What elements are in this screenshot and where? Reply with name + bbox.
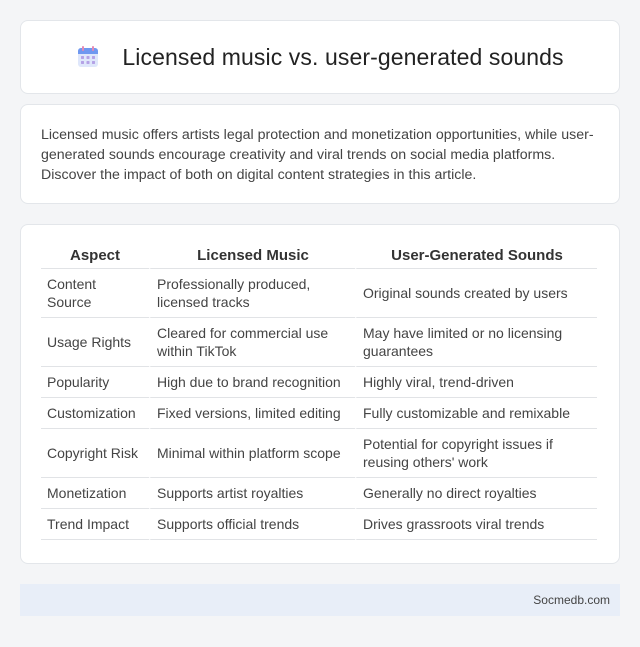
row-licensed-value: Professionally produced, licensed tracks [149, 269, 355, 318]
table-row: Trend Impact Supports official trends Dr… [41, 509, 597, 540]
footer-site-link[interactable]: Socmedb.com [533, 593, 610, 607]
intro-card: Licensed music offers artists legal prot… [20, 104, 620, 204]
table-header-row: Aspect Licensed Music User-Generated Sou… [41, 245, 597, 269]
column-header-licensed-music: Licensed Music [149, 245, 355, 269]
row-aspect: Content Source [41, 269, 149, 318]
table-row: Usage Rights Cleared for commercial use … [41, 318, 597, 367]
column-header-aspect: Aspect [41, 245, 149, 269]
row-user-generated-value: Highly viral, trend-driven [355, 367, 597, 398]
row-user-generated-value: Fully customizable and remixable [355, 398, 597, 429]
row-aspect: Copyright Risk [41, 429, 149, 478]
row-licensed-value: Cleared for commercial use within TikTok [149, 318, 355, 367]
row-user-generated-value: Original sounds created by users [355, 269, 597, 318]
column-header-user-generated-sounds: User-Generated Sounds [355, 245, 597, 269]
row-licensed-value: Minimal within platform scope [149, 429, 355, 478]
comparison-table: Aspect Licensed Music User-Generated Sou… [41, 245, 597, 540]
table-row: Content Source Professionally produced, … [41, 269, 597, 318]
row-aspect: Trend Impact [41, 509, 149, 540]
row-licensed-value: Supports artist royalties [149, 478, 355, 509]
row-aspect: Customization [41, 398, 149, 429]
intro-text: Licensed music offers artists legal prot… [41, 127, 594, 183]
page-title: Licensed music vs. user-generated sounds [122, 43, 564, 70]
table-row: Customization Fixed versions, limited ed… [41, 398, 597, 429]
footer-bar: Socmedb.com [20, 584, 620, 616]
row-aspect: Popularity [41, 367, 149, 398]
table-row: Popularity High due to brand recognition… [41, 367, 597, 398]
row-user-generated-value: Drives grassroots viral trends [355, 509, 597, 540]
row-licensed-value: Supports official trends [149, 509, 355, 540]
row-user-generated-value: Generally no direct royalties [355, 478, 597, 509]
table-row: Monetization Supports artist royalties G… [41, 478, 597, 509]
calendar-icon [76, 45, 100, 69]
row-licensed-value: High due to brand recognition [149, 367, 355, 398]
row-user-generated-value: May have limited or no licensing guarant… [355, 318, 597, 367]
row-user-generated-value: Potential for copyright issues if reusin… [355, 429, 597, 478]
page: Licensed music vs. user-generated sounds… [0, 0, 640, 647]
row-licensed-value: Fixed versions, limited editing [149, 398, 355, 429]
row-aspect: Usage Rights [41, 318, 149, 367]
row-aspect: Monetization [41, 478, 149, 509]
comparison-card: Aspect Licensed Music User-Generated Sou… [20, 224, 620, 564]
title-card: Licensed music vs. user-generated sounds [20, 20, 620, 94]
table-row: Copyright Risk Minimal within platform s… [41, 429, 597, 478]
